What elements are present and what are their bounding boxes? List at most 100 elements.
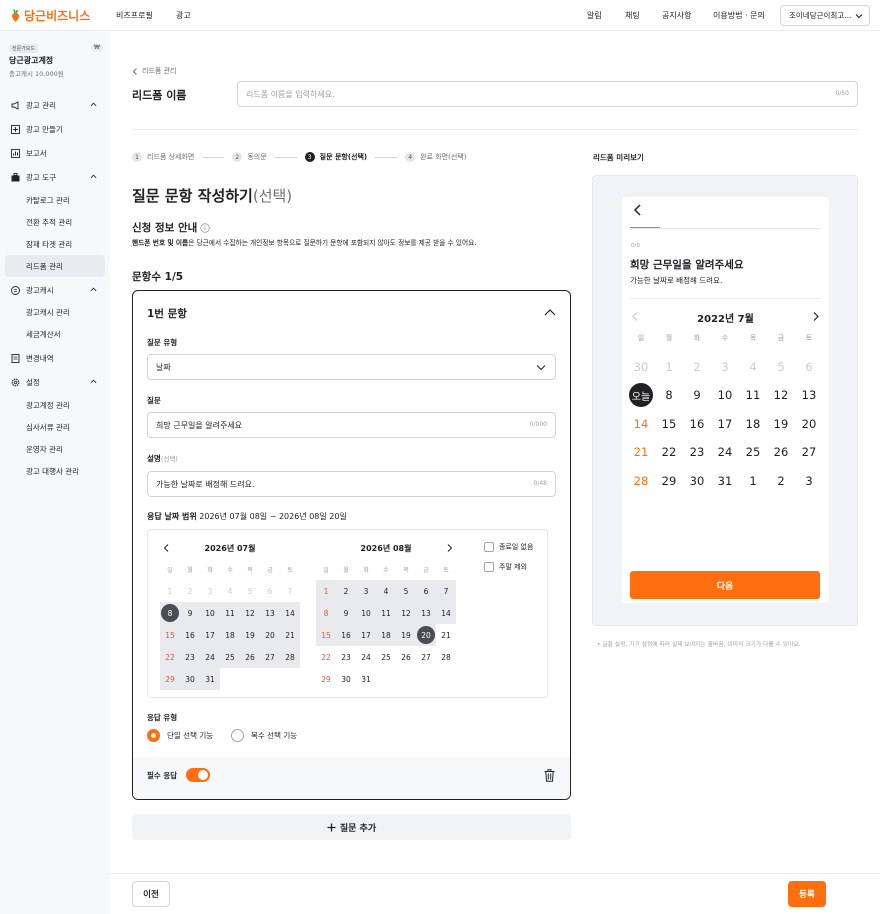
chevron-left-icon[interactable]	[163, 544, 169, 552]
calendar-day[interactable]: 31	[356, 668, 376, 690]
calendar-day[interactable]: 21	[436, 624, 456, 646]
step-label-active[interactable]: 질문 문항(선택)	[320, 152, 367, 162]
calendar-day[interactable]: 1	[316, 580, 336, 602]
nav-bizprofile[interactable]: 비즈프로필	[116, 10, 153, 21]
sidebar-section-ad-management[interactable]: 광고 관리	[5, 94, 105, 116]
calendar-day[interactable]: 30	[336, 668, 356, 690]
calendar-day[interactable]: 6	[260, 580, 280, 602]
step-label[interactable]: 동의문	[247, 152, 266, 162]
calendar-day[interactable]: 30	[180, 668, 200, 690]
answer-single-radio[interactable]: 단일 선택 기능	[147, 729, 213, 742]
calendar-day-selected[interactable]: 20	[416, 624, 436, 646]
calendar-day[interactable]: 4	[220, 580, 240, 602]
chevron-right-icon[interactable]	[447, 544, 453, 552]
question-type-select[interactable]: 날짜	[147, 354, 556, 380]
calendar-day[interactable]: 18	[220, 624, 240, 646]
calendar-day[interactable]: 7	[280, 580, 300, 602]
calendar-day[interactable]: 18	[376, 624, 396, 646]
submit-button[interactable]: 등록	[788, 881, 826, 907]
currency-icon[interactable]: ₩	[91, 44, 103, 51]
answer-multi-radio[interactable]: 복수 선택 기능	[231, 729, 297, 742]
calendar-day[interactable]: 17	[356, 624, 376, 646]
calendar-day[interactable]: 15	[316, 624, 336, 646]
calendar-day[interactable]: 24	[200, 646, 220, 668]
calendar-day[interactable]: 19	[396, 624, 416, 646]
calendar-day[interactable]: 11	[220, 602, 240, 624]
sidebar-section-ad-cash[interactable]: 광고캐시	[5, 279, 105, 301]
calendar-day[interactable]: 9	[180, 602, 200, 624]
calendar-day[interactable]: 10	[200, 602, 220, 624]
calendar-day[interactable]: 16	[336, 624, 356, 646]
sidebar-item-potential-target[interactable]: 잠재 타겟 관리	[5, 233, 105, 255]
trash-icon[interactable]	[544, 769, 555, 782]
logo[interactable]: 당근비즈니스	[10, 7, 90, 24]
sidebar-item-catalog[interactable]: 카탈로그 관리	[5, 189, 105, 211]
calendar-day[interactable]: 2	[180, 580, 200, 602]
question-input[interactable]: 희망 근무일을 알려주세요 0/000	[147, 412, 556, 438]
breadcrumb[interactable]: 리드폼 관리	[132, 66, 176, 76]
calendar-day[interactable]: 24	[356, 646, 376, 668]
nav-help[interactable]: 이용방법 · 문의	[713, 10, 765, 21]
sidebar-item-ad-account-management[interactable]: 광고계정 관리	[5, 394, 105, 416]
calendar-day[interactable]: 12	[240, 602, 260, 624]
sidebar-section-settings[interactable]: 설정	[5, 371, 105, 393]
sidebar-item-create-ad[interactable]: 광고 만들기	[5, 118, 105, 140]
chevron-up-icon[interactable]	[544, 308, 556, 316]
calendar-day[interactable]: 19	[240, 624, 260, 646]
sidebar-item-agency-management[interactable]: 광고 대행사 관리	[5, 460, 105, 482]
calendar-day[interactable]: 25	[376, 646, 396, 668]
calendar-day[interactable]: 29	[316, 668, 336, 690]
sidebar-item-conversion-tracking[interactable]: 전환 추적 관리	[5, 211, 105, 233]
sidebar-item-review-documents[interactable]: 심사서류 관리	[5, 416, 105, 438]
calendar-day[interactable]: 4	[376, 580, 396, 602]
calendar-day[interactable]: 3	[200, 580, 220, 602]
calendar-day[interactable]: 26	[240, 646, 260, 668]
calendar-day[interactable]: 27	[260, 646, 280, 668]
nav-chat[interactable]: 채팅	[625, 10, 640, 21]
calendar-day[interactable]: 8	[316, 602, 336, 624]
calendar-day[interactable]: 20	[260, 624, 280, 646]
calendar-day-selected[interactable]: 8	[160, 602, 180, 624]
calendar-day[interactable]: 23	[336, 646, 356, 668]
calendar-day[interactable]: 3	[356, 580, 376, 602]
calendar-day[interactable]: 21	[280, 624, 300, 646]
calendar-day[interactable]: 13	[416, 602, 436, 624]
calendar-day[interactable]: 22	[316, 646, 336, 668]
step-label[interactable]: 완료 화면(선택)	[420, 152, 466, 162]
calendar-day[interactable]: 13	[260, 602, 280, 624]
calendar-day[interactable]: 1	[160, 580, 180, 602]
calendar-day[interactable]: 11	[376, 602, 396, 624]
description-input[interactable]: 가능한 날짜로 배정해 드려요. 0/48	[147, 471, 556, 497]
nav-notice[interactable]: 공지사항	[662, 10, 691, 21]
calendar-day[interactable]: 16	[180, 624, 200, 646]
calendar-day[interactable]: 2	[336, 580, 356, 602]
calendar-day[interactable]: 31	[200, 668, 220, 690]
calendar-day[interactable]: 27	[416, 646, 436, 668]
sidebar-item-change-history[interactable]: 변경내역	[5, 347, 105, 369]
calendar-day[interactable]: 12	[396, 602, 416, 624]
calendar-day[interactable]: 28	[436, 646, 456, 668]
nav-ads[interactable]: 광고	[176, 10, 191, 21]
sidebar-item-report[interactable]: 보고서	[5, 142, 105, 164]
calendar-day[interactable]: 15	[160, 624, 180, 646]
calendar-day[interactable]: 25	[220, 646, 240, 668]
calendar-day[interactable]: 9	[336, 602, 356, 624]
exclude-weekend-checkbox[interactable]: 주말 제외	[484, 562, 527, 572]
step-label[interactable]: 리드폼 상세화면	[147, 152, 194, 162]
sidebar-item-leadform[interactable]: 리드폼 관리	[5, 255, 105, 277]
calendar-day[interactable]: 22	[160, 646, 180, 668]
info-icon[interactable]	[200, 222, 210, 233]
calendar-day[interactable]: 17	[200, 624, 220, 646]
account-dropdown[interactable]: 조이네당근이최고...	[780, 5, 870, 26]
sidebar-item-ad-cash-management[interactable]: 광고캐시 관리	[5, 301, 105, 323]
calendar-day[interactable]: 14	[280, 602, 300, 624]
add-question-button[interactable]: 질문 추가	[132, 814, 571, 840]
calendar-day[interactable]: 28	[280, 646, 300, 668]
calendar-day[interactable]: 6	[416, 580, 436, 602]
calendar-day[interactable]: 5	[240, 580, 260, 602]
nav-notifications[interactable]: 알림	[587, 10, 602, 21]
no-end-date-checkbox[interactable]: 종료일 없음	[484, 542, 533, 552]
calendar-day[interactable]: 10	[356, 602, 376, 624]
calendar-day[interactable]: 14	[436, 602, 456, 624]
leadform-name-input[interactable]: 리드폼 이름을 입력하세요. 0/50	[237, 81, 858, 107]
